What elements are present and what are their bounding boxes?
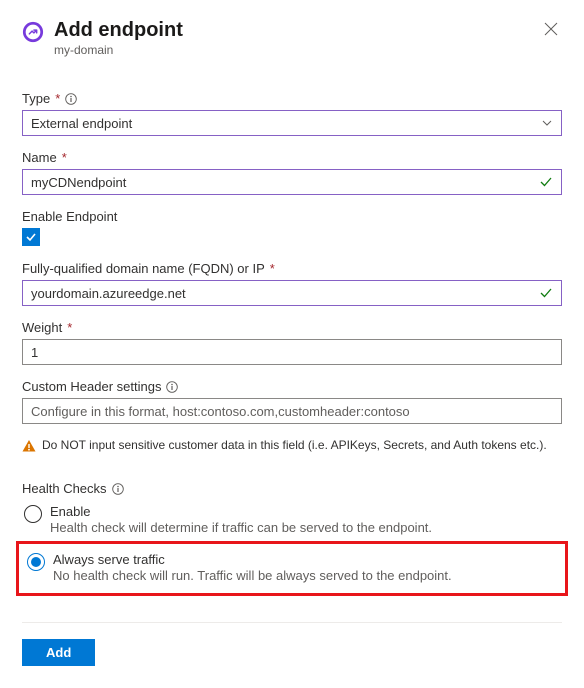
check-icon: [539, 286, 553, 300]
health-check-enable-row[interactable]: Enable Health check will determine if tr…: [22, 500, 562, 541]
radio-enable-desc: Health check will determine if traffic c…: [50, 520, 432, 535]
panel-header: Add endpoint my-domain: [22, 18, 562, 57]
divider: [22, 622, 562, 623]
custom-header-label: Custom Header settings: [22, 379, 562, 394]
radio-always-desc: No health check will run. Traffic will b…: [53, 568, 452, 583]
weight-input[interactable]: 1: [22, 339, 562, 365]
name-input[interactable]: myCDNendpoint: [22, 169, 562, 195]
add-button[interactable]: Add: [22, 639, 95, 666]
warning-text: Do NOT input sensitive customer data in …: [42, 438, 547, 452]
panel-title: Add endpoint: [54, 18, 540, 42]
chevron-down-icon: [541, 117, 553, 129]
type-label: Type*: [22, 91, 562, 106]
close-button[interactable]: [540, 18, 562, 42]
info-icon[interactable]: [166, 381, 178, 393]
warning-icon: [22, 439, 36, 453]
weight-value: 1: [31, 345, 553, 360]
fqdn-label: Fully-qualified domain name (FQDN) or IP…: [22, 261, 562, 276]
weight-label: Weight*: [22, 320, 562, 335]
check-icon: [539, 175, 553, 189]
enable-checkbox[interactable]: [22, 228, 40, 246]
radio-enable[interactable]: [24, 505, 42, 523]
type-value: External endpoint: [31, 116, 132, 131]
custom-header-placeholder: Configure in this format, host:contoso.c…: [31, 404, 553, 419]
warning-message: Do NOT input sensitive customer data in …: [22, 438, 562, 453]
panel-subtitle: my-domain: [54, 43, 540, 57]
info-icon[interactable]: [112, 483, 124, 495]
radio-always[interactable]: [27, 553, 45, 571]
add-endpoint-panel: Add endpoint my-domain Type* External en…: [0, 0, 584, 688]
fqdn-input[interactable]: yourdomain.azureedge.net: [22, 280, 562, 306]
name-value: myCDNendpoint: [31, 175, 553, 190]
enable-label: Enable Endpoint: [22, 209, 562, 224]
checkmark-icon: [24, 230, 38, 244]
health-check-always-row[interactable]: Always serve traffic No health check wil…: [25, 550, 559, 585]
highlight-box: Always serve traffic No health check wil…: [16, 541, 568, 596]
custom-header-input[interactable]: Configure in this format, host:contoso.c…: [22, 398, 562, 424]
name-label: Name*: [22, 150, 562, 165]
close-icon: [544, 22, 558, 36]
radio-always-label: Always serve traffic: [53, 552, 452, 567]
info-icon[interactable]: [65, 93, 77, 105]
endpoint-icon: [22, 21, 44, 43]
type-select[interactable]: External endpoint: [22, 110, 562, 136]
health-checks-label: Health Checks: [22, 481, 562, 496]
fqdn-value: yourdomain.azureedge.net: [31, 286, 553, 301]
radio-enable-label: Enable: [50, 504, 432, 519]
